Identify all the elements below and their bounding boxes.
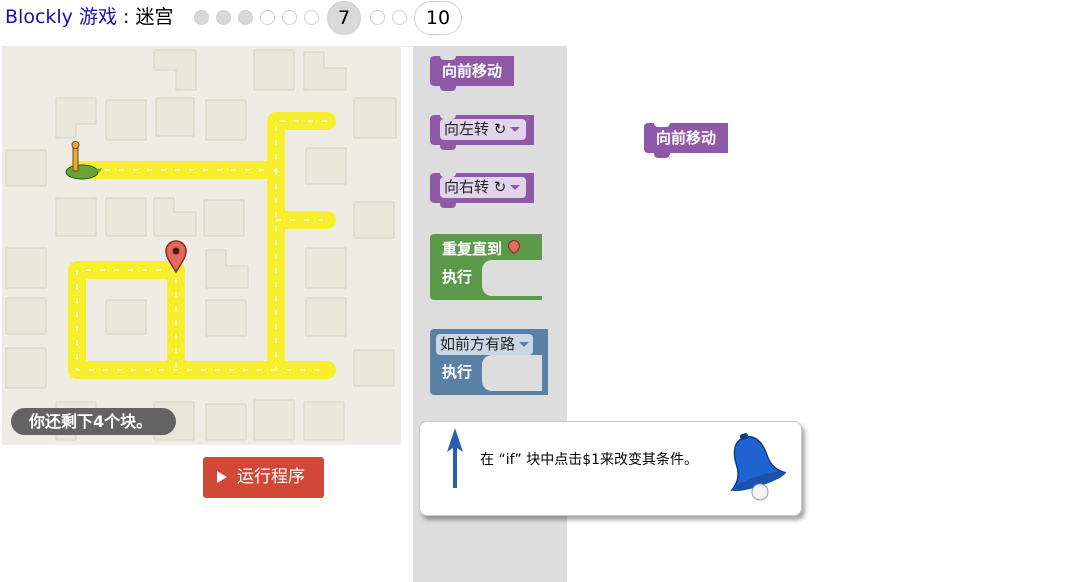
- title-separator: :: [116, 6, 136, 28]
- app-name-link[interactable]: Blockly 游戏: [5, 6, 117, 28]
- level-1-link[interactable]: [194, 10, 209, 25]
- turn-left-dropdown[interactable]: 向左转 ↻: [440, 119, 527, 140]
- level-6-link[interactable]: [304, 10, 319, 25]
- workspace-move-forward-label: 向前移动: [656, 129, 717, 147]
- turn-left-label: 向左转 ↻: [444, 120, 507, 138]
- toolbox-turn-right-block[interactable]: 向右转 ↻: [430, 172, 535, 208]
- run-program-button[interactable]: 运行程序: [203, 457, 324, 498]
- dropdown-arrow-icon: [519, 342, 530, 347]
- level-current[interactable]: 7: [327, 1, 361, 35]
- hint-text: 在 “if” 块中点击$1来改变其条件。: [480, 452, 699, 468]
- hint-bubble: 在 “if” 块中点击$1来改变其条件。: [419, 421, 802, 516]
- move-forward-label: 向前移动: [442, 62, 503, 80]
- if-do-label: 执行: [442, 363, 473, 381]
- maze-svg: [5, 49, 397, 441]
- repeat-until-label: 重复直到: [442, 240, 503, 258]
- dropdown-arrow-icon: [510, 127, 521, 132]
- game-name: 迷宫: [135, 6, 174, 28]
- toolbox-move-forward-block[interactable]: 向前移动: [430, 55, 515, 91]
- if-statement-slot: [482, 355, 542, 391]
- bell-icon: [729, 432, 786, 501]
- page-title: Blockly 游戏 : 迷宫: [5, 5, 173, 29]
- level-3-link[interactable]: [238, 10, 253, 25]
- maze-walls: [5, 49, 397, 441]
- repeat-statement-slot: [482, 260, 542, 296]
- if-path-dropdown[interactable]: 如前方有路: [436, 334, 534, 355]
- level-9-link[interactable]: [392, 10, 407, 25]
- run-program-label: 运行程序: [237, 467, 305, 487]
- blocks-remaining-label: 你还剩下4个块。: [11, 408, 177, 435]
- up-arrow-icon: [447, 428, 463, 488]
- level-5-link[interactable]: [282, 10, 297, 25]
- dropdown-arrow-icon: [510, 185, 521, 190]
- play-icon: [217, 471, 227, 483]
- workspace-move-forward-block[interactable]: 向前移动: [644, 122, 729, 158]
- header: Blockly 游戏 : 迷宫 7 10: [0, 0, 1074, 47]
- if-path-label: 如前方有路: [440, 335, 516, 353]
- turn-right-label: 向右转 ↻: [444, 178, 507, 196]
- maze-canvas: [2, 46, 401, 445]
- toolbox-repeat-until-block[interactable]: 重复直到 执行: [430, 234, 542, 300]
- toolbox-turn-left-block[interactable]: 向左转 ↻: [430, 114, 535, 150]
- finish-marker-icon: [505, 237, 523, 255]
- level-2-link[interactable]: [216, 10, 231, 25]
- level-10-link[interactable]: 10: [414, 1, 462, 35]
- toolbox-if-path-block[interactable]: 如前方有路 执行: [430, 329, 548, 395]
- pegman-icon: [65, 141, 102, 180]
- level-4-link[interactable]: [260, 10, 275, 25]
- level-8-link[interactable]: [370, 10, 385, 25]
- repeat-do-label: 执行: [442, 268, 473, 286]
- turn-right-dropdown[interactable]: 向右转 ↻: [440, 177, 527, 198]
